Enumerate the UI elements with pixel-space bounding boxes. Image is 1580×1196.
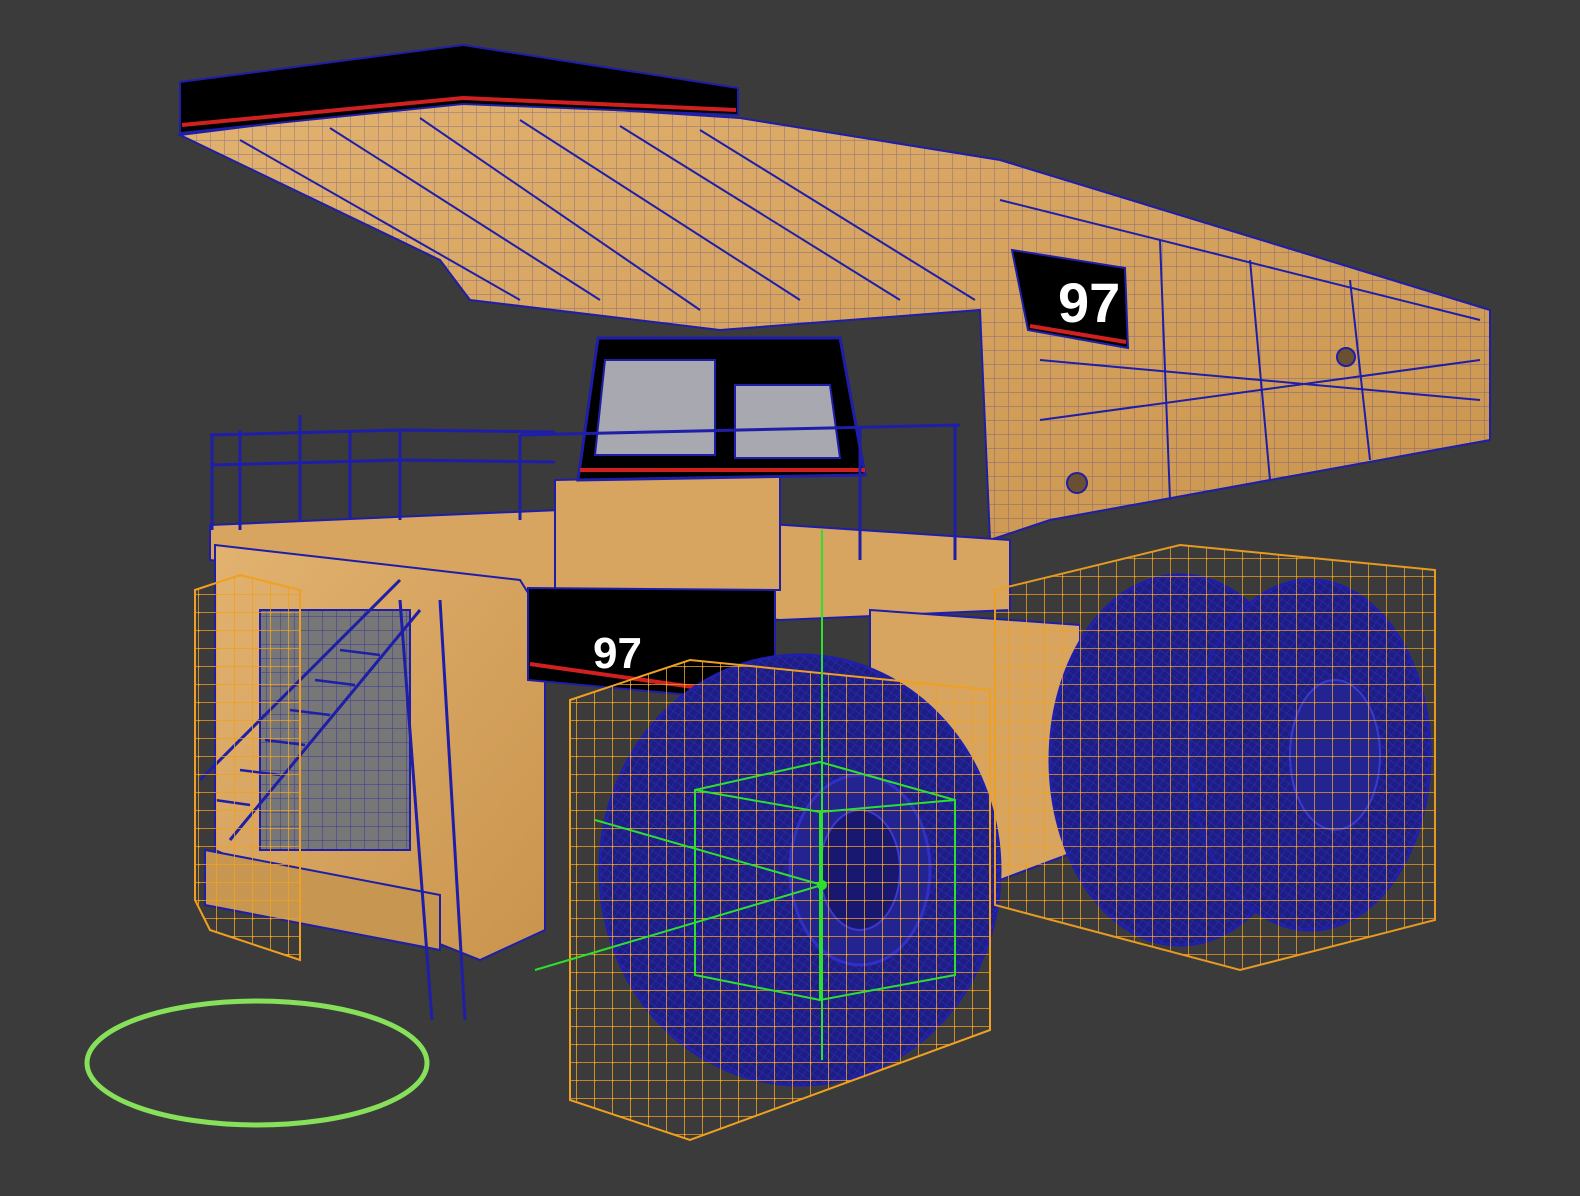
cab[interactable]: 97 [527,336,867,697]
body-number-decal: 97 [1058,271,1120,334]
circle-helper-icon[interactable] [84,998,430,1128]
ffd-lattice-front-tire[interactable] [569,658,991,1142]
ffd-lattice-rear-tires[interactable] [994,543,1436,972]
3d-viewport[interactable]: 97 97 [0,0,1580,1196]
front-number-decal: 97 [593,629,642,678]
ffd-lattice-front-assembly[interactable] [194,573,301,962]
viewport-scene[interactable]: 97 97 [0,0,1580,1196]
